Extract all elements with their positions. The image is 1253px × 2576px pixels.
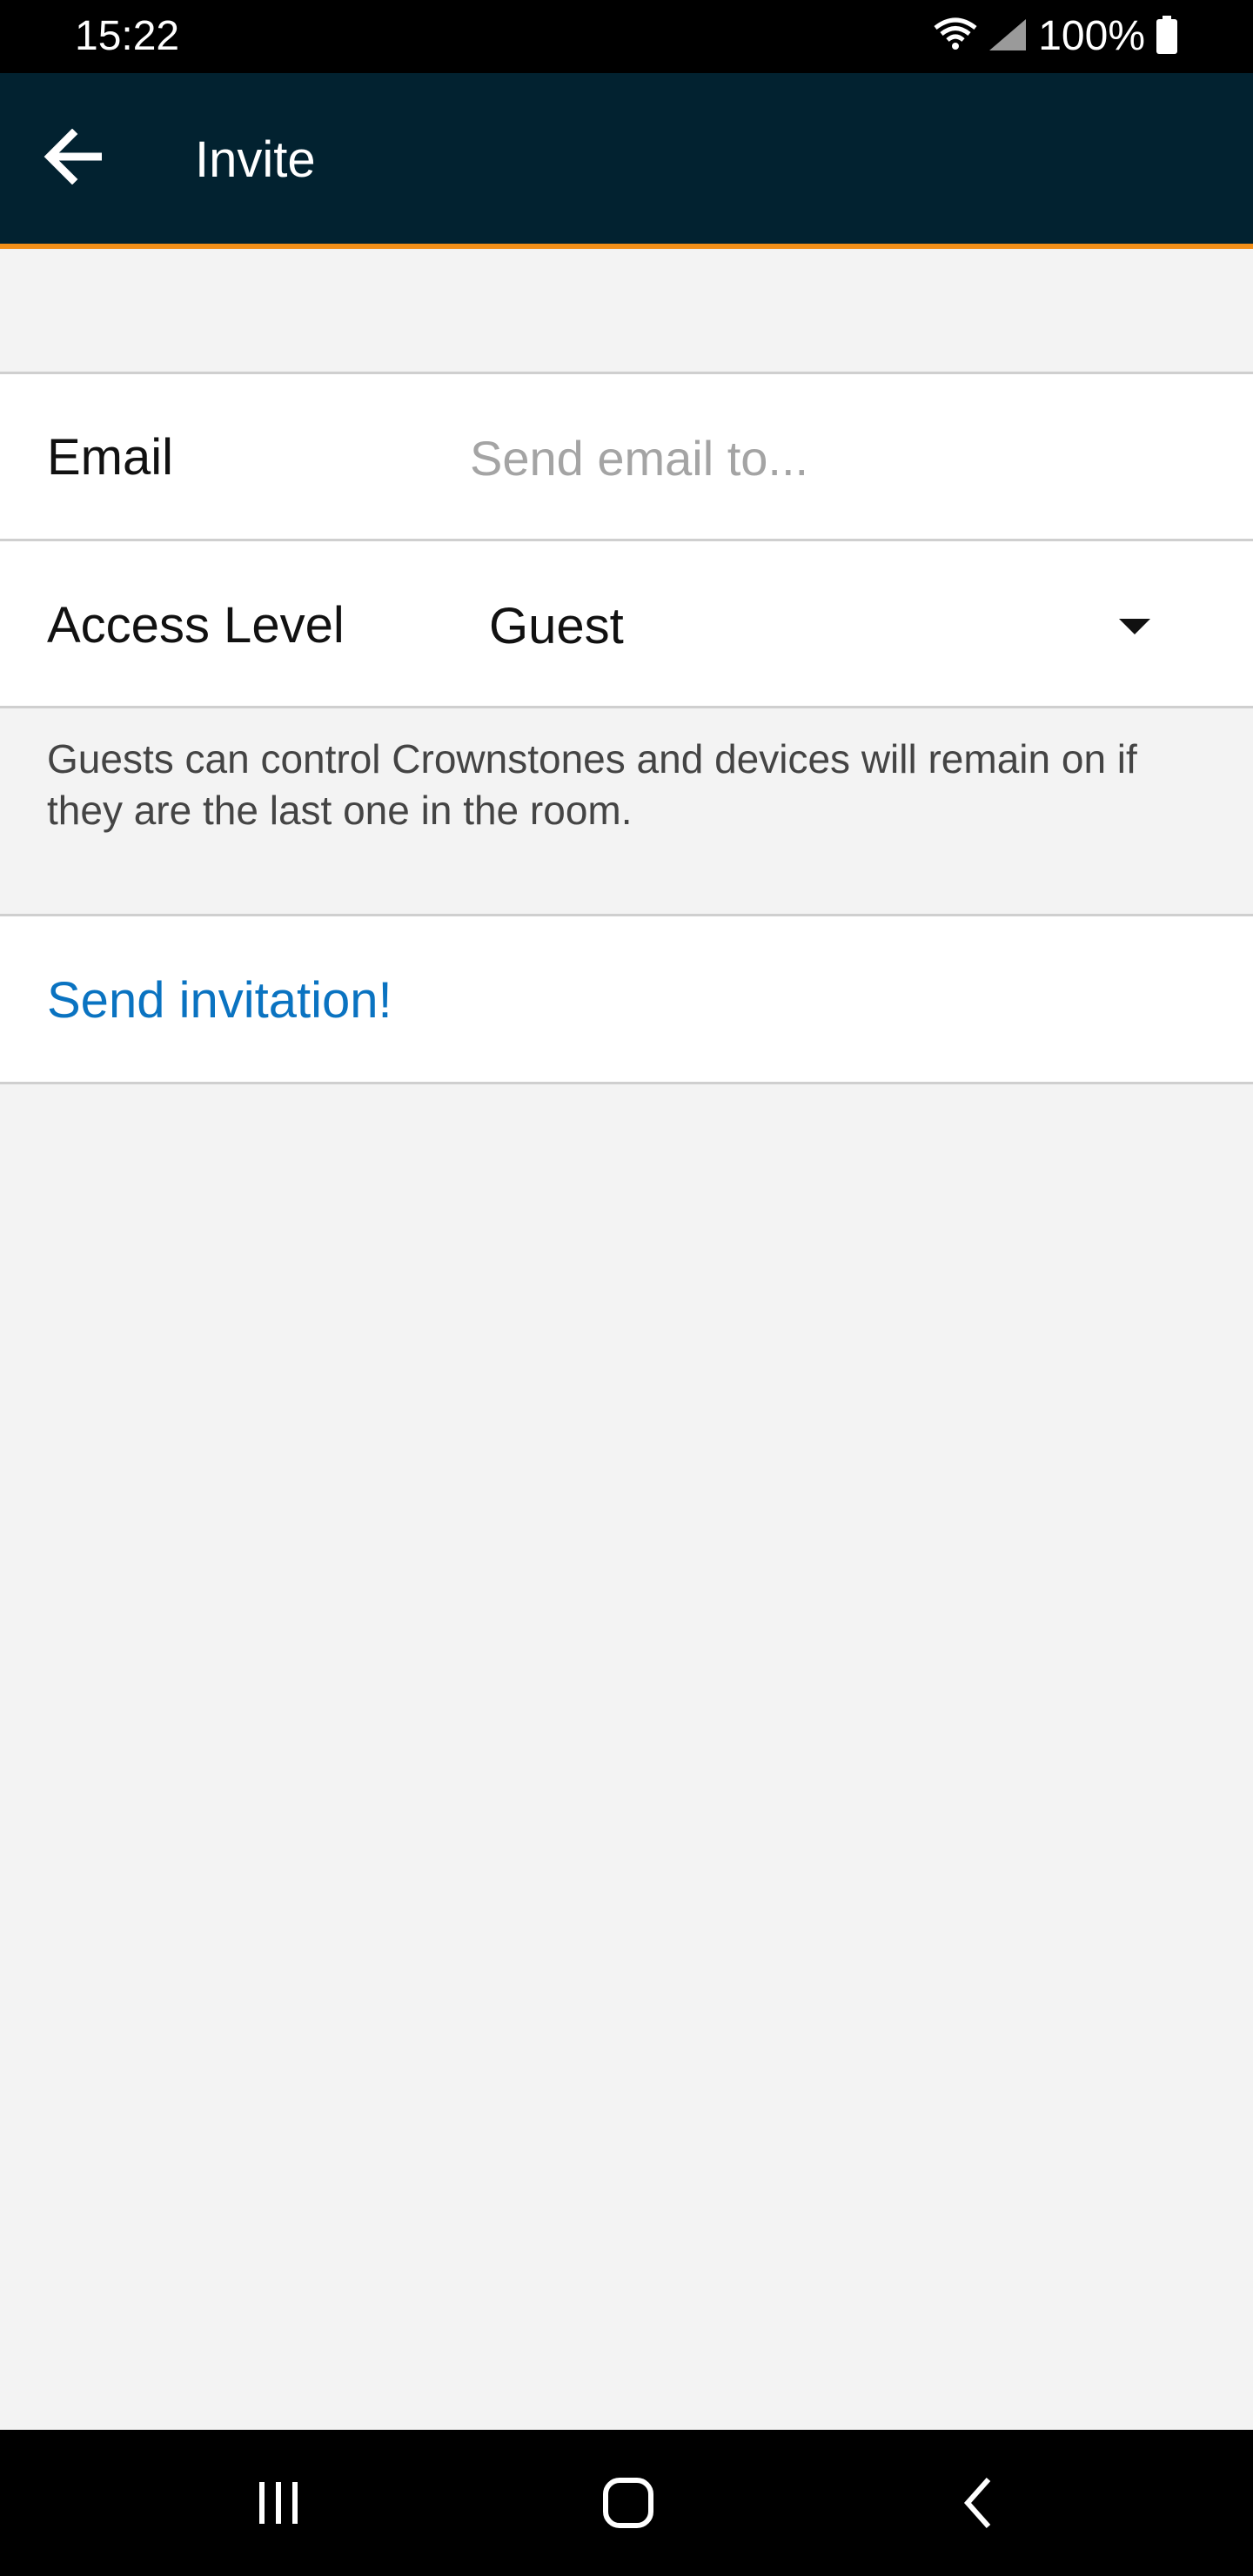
access-level-select[interactable]: Guest	[489, 597, 624, 656]
status-bar: 15:22 100%	[0, 0, 1253, 73]
battery-icon	[1156, 15, 1178, 58]
access-level-description: Guests can control Crownstones and devic…	[47, 736, 1137, 833]
app-bar-accent-line	[0, 244, 1253, 249]
recent-apps-icon	[252, 2479, 305, 2532]
status-time: 15:22	[75, 13, 180, 59]
email-label: Email	[47, 429, 174, 486]
dropdown-triangle-icon[interactable]	[1110, 609, 1159, 644]
back-button[interactable]	[26, 111, 122, 206]
home-icon	[601, 2476, 655, 2534]
app-bar	[0, 73, 1253, 247]
status-icons: 100%	[934, 12, 1178, 61]
email-field[interactable]	[470, 426, 1201, 489]
nav-back-button[interactable]	[935, 2468, 1022, 2541]
back-icon	[959, 2476, 997, 2534]
access-level-label: Access Level	[47, 597, 345, 654]
send-invitation-button[interactable]: Send invitation!	[47, 971, 392, 1030]
battery-percent: 100%	[1038, 13, 1145, 59]
access-level-row[interactable]: Access Level	[0, 541, 1253, 706]
cell-signal-icon	[988, 17, 1028, 57]
page-title: Invite	[195, 131, 316, 188]
home-button[interactable]	[585, 2468, 672, 2541]
divider	[0, 706, 1253, 708]
back-arrow-icon	[43, 128, 105, 189]
recent-apps-button[interactable]	[235, 2468, 322, 2541]
divider	[0, 1082, 1253, 1084]
wifi-icon	[934, 17, 977, 57]
